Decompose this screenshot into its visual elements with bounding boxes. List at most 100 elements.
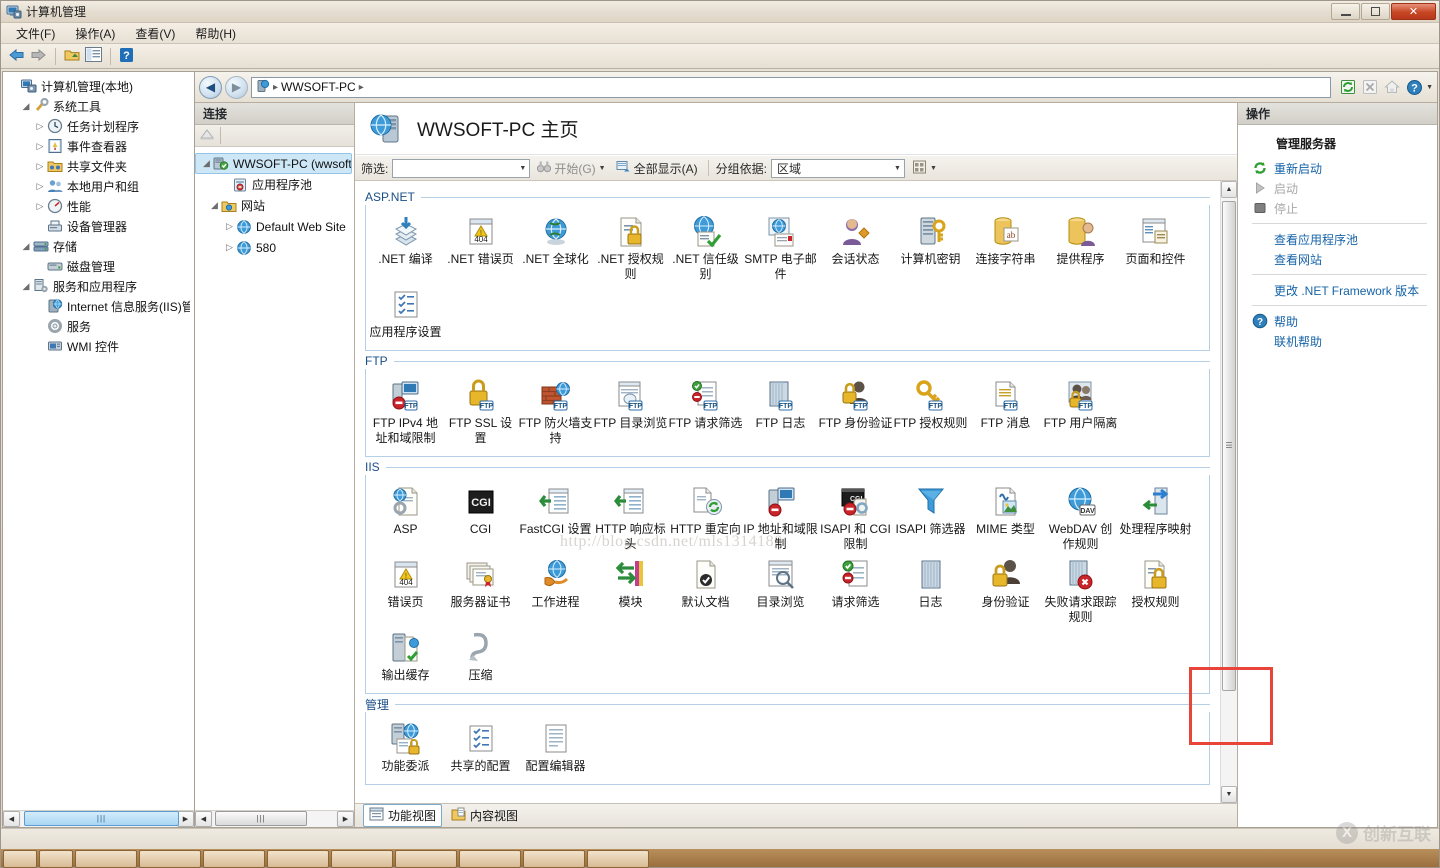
view-mode-button[interactable]: ▼ [909,159,940,178]
feature-tile-directory-browsing[interactable]: 目录浏览 [743,556,818,629]
feature-tile-ftp-messages[interactable]: FTP FTP 消息 [968,377,1043,450]
stop-icon[interactable] [1360,77,1380,97]
expander[interactable]: ▷ [33,121,47,132]
action-view-sites[interactable]: 查看网站 [1238,249,1437,269]
menu-item-view[interactable]: 查看(V) [126,23,184,44]
taskbar-item[interactable] [523,850,585,868]
scroll-right-icon[interactable]: ▶ [177,811,194,827]
feature-tile-ftp-directory-browsing[interactable]: FTP FTP 目录浏览 [593,377,668,450]
tree-item-wmi-control[interactable]: WMI 控件 [3,336,194,356]
action-start[interactable]: 启动 [1238,178,1437,198]
feature-tile-connection-strings[interactable]: ab 连接字符串 [968,213,1043,286]
scroll-left-icon[interactable]: ◀ [195,811,212,827]
feature-tile-ftp-firewall-support[interactable]: FTP FTP 防火墙支持 [518,377,593,450]
tree-item-services[interactable]: 服务 [3,316,194,336]
feature-tile-logging[interactable]: 日志 [893,556,968,629]
expander[interactable]: ▷ [223,221,236,232]
group-by-select[interactable]: 区域 ▼ [770,158,905,178]
expander[interactable]: ▷ [223,242,236,253]
hscroll-track[interactable]: ||| [21,811,179,827]
show-hide-console-tree-icon[interactable] [84,46,103,66]
feature-tile-fastcgi-settings[interactable]: FastCGI 设置 [518,483,593,556]
tree-item-services-and-applications[interactable]: ◢ 服务和应用程序 [3,276,194,296]
feature-tile-pages-and-controls[interactable]: 页面和控件 [1118,213,1193,286]
feature-tile-net-globalization[interactable]: .NET 全球化 [518,213,593,286]
expander[interactable]: ◢ [19,281,33,292]
chevron-down-icon[interactable]: ▼ [930,165,937,172]
feature-tile-server-certificates[interactable]: 服务器证书 [443,556,518,629]
menu-item-help[interactable]: 帮助(H) [186,23,245,44]
taskbar-item[interactable] [203,850,265,868]
connection-node-sites[interactable]: ◢ 网站 [195,195,354,216]
expander[interactable]: ▷ [33,181,47,192]
taskbar-item[interactable] [331,850,393,868]
help-icon[interactable]: ? [118,47,135,66]
connection-node-app-pools[interactable]: 应用程序池 [195,174,354,195]
breadcrumb[interactable]: ▸ WWSOFT-PC ▸ [251,76,1332,98]
connect-to-server-icon[interactable] [199,126,216,145]
feature-tile-mime-types[interactable]: MIME 类型 [968,483,1043,556]
feature-tile-authentication[interactable]: 身份验证 [968,556,1043,629]
feature-tile-handler-mappings[interactable]: 处理程序映射 [1118,483,1193,556]
feature-tile-modules[interactable]: 模块 [593,556,668,629]
expander[interactable]: ▷ [33,201,47,212]
tree-item-computer-management[interactable]: 计算机管理(本地) [3,76,194,96]
feature-tile-ftp-logging[interactable]: FTP FTP 日志 [743,377,818,450]
feature-tile-ftp-authorization-rules[interactable]: FTP FTP 授权规则 [893,377,968,450]
feature-tile-ftp-ipv4-restrictions[interactable]: FTP FTP IPv4 地址和域限制 [368,377,443,450]
feature-tile-http-response-headers[interactable]: HTTP 响应标头 [593,483,668,556]
minimize-button[interactable] [1331,3,1360,20]
close-button[interactable]: ✕ [1391,3,1436,20]
feature-tile-net-authorization-rules[interactable]: .NET 授权规则 [593,213,668,286]
help-icon[interactable]: ? [1404,77,1424,97]
tree-item-iis-manager[interactable]: Internet 信息服务(IIS)管理器 [3,296,194,316]
tree-item-performance[interactable]: ▷ 性能 [3,196,194,216]
taskbar-item[interactable] [75,850,137,868]
feature-vscrollbar[interactable]: ▲ ☰ ▼ [1220,181,1237,803]
taskbar-item[interactable] [139,850,201,868]
tree-item-local-users-and-groups[interactable]: ▷ 本地用户和组 [3,176,194,196]
chevron-down-icon[interactable]: ▼ [1426,84,1433,91]
feature-tile-worker-processes[interactable]: 工作进程 [518,556,593,629]
connection-node-server[interactable]: ◢ WWSOFT-PC (wwsof [195,153,352,174]
feature-tile-isapi-cgi-restrictions[interactable]: CGI ISAPI 和 CGI 限制 [818,483,893,556]
feature-tile-ip-domain-restrictions[interactable]: IP 地址和域限制 [743,483,818,556]
feature-tile-configuration-editor[interactable]: 配置编辑器 [518,720,593,778]
action-stop[interactable]: 停止 [1238,198,1437,218]
taskbar-start-button[interactable] [3,850,37,868]
show-all-button[interactable]: 全部显示(A) [613,159,701,178]
expander[interactable]: ◢ [208,200,221,211]
tab-features-view[interactable]: 功能视图 [363,804,443,827]
vscroll-thumb[interactable]: ☰ [1222,201,1236,691]
scroll-right-icon[interactable]: ▶ [337,811,354,827]
tab-content-view[interactable]: 内容视图 [446,805,523,826]
feature-tile-ftp-ssl-settings[interactable]: FTP FTP SSL 设置 [443,377,518,450]
expander[interactable]: ◢ [19,241,33,252]
chevron-down-icon[interactable]: ▼ [599,165,606,172]
feature-tile-smtp-email[interactable]: SMTP 电子邮件 [743,213,818,286]
feature-tile-net-trust-levels[interactable]: .NET 信任级别 [668,213,743,286]
home-icon[interactable] [1382,77,1402,97]
back-button[interactable]: ◀ [199,75,222,99]
forward-icon[interactable] [29,47,48,66]
expander[interactable]: ◢ [19,101,33,112]
feature-tile-ftp-request-filtering[interactable]: FTP FTP 请求筛选 [668,377,743,450]
breadcrumb-item-server[interactable]: WWSOFT-PC [281,80,356,94]
filter-input[interactable]: ▼ [392,158,531,178]
taskbar-item[interactable] [587,850,649,868]
feature-tile-ftp-user-isolation[interactable]: FTP FTP 用户隔离 [1043,377,1118,450]
feature-tile-output-caching[interactable]: 输出缓存 [368,629,443,687]
feature-tile-default-document[interactable]: 默认文档 [668,556,743,629]
taskbar-item[interactable] [395,850,457,868]
hscroll-thumb[interactable]: ||| [24,811,179,826]
console-tree-hscrollbar[interactable]: ◀ ||| ▶ [3,810,194,827]
expander[interactable]: ▷ [33,161,47,172]
connections-hscrollbar[interactable]: ◀ ||| ▶ [195,810,354,827]
up-folder-icon[interactable] [63,47,81,66]
feature-tile-machine-key[interactable]: 计算机密钥 [893,213,968,286]
tree-item-disk-management[interactable]: 磁盘管理 [3,256,194,276]
action-online-help[interactable]: 联机帮助 [1238,331,1437,351]
taskbar-item[interactable] [39,850,73,868]
tree-item-shared-folders[interactable]: ▷ 共享文件夹 [3,156,194,176]
feature-tile-ftp-authentication[interactable]: FTP FTP 身份验证 [818,377,893,450]
